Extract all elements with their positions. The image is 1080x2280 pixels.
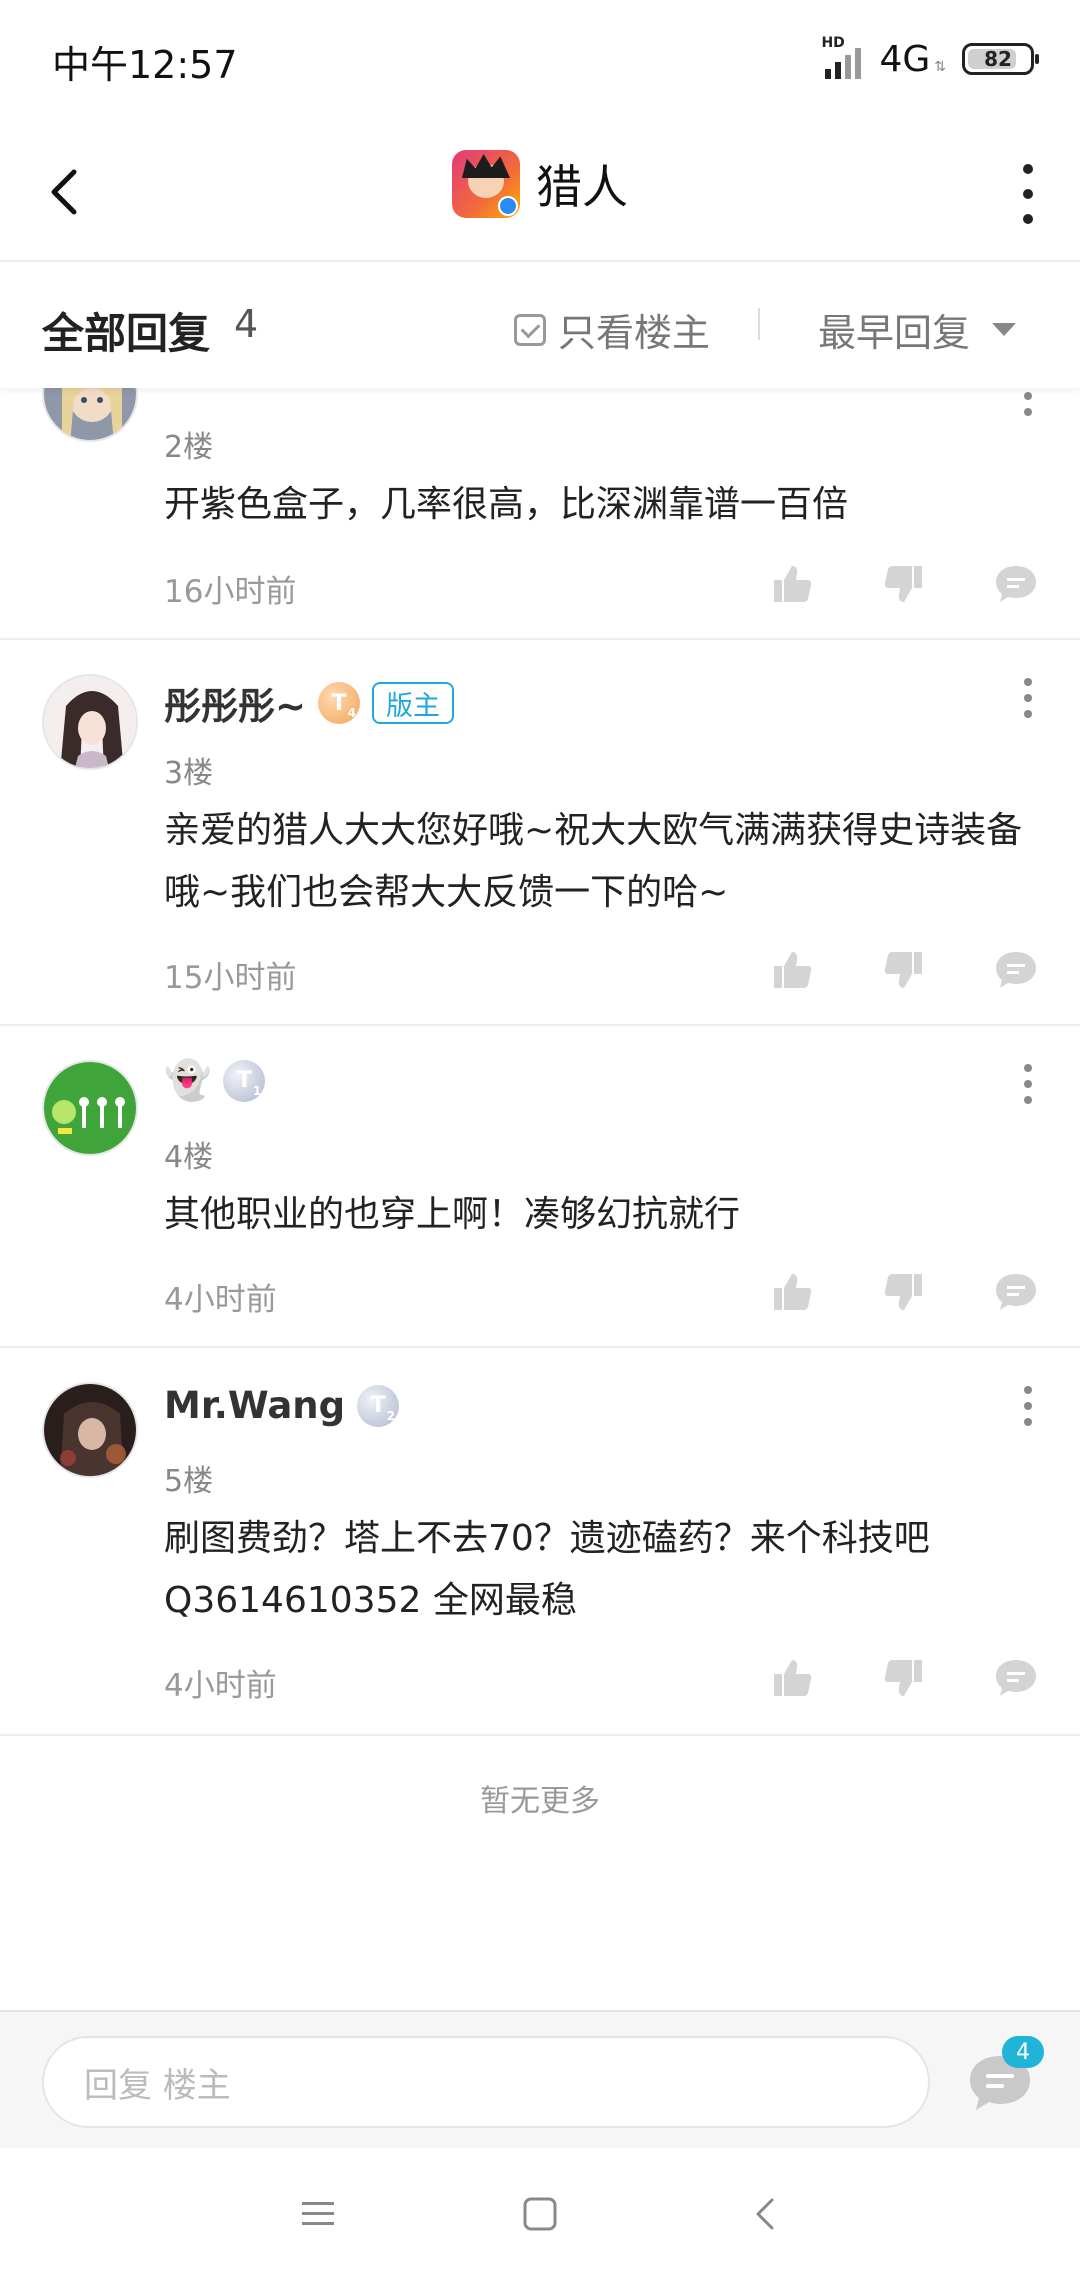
reply-bar: 回复 楼主 4 xyxy=(0,2010,1080,2148)
thumbs-down-icon[interactable] xyxy=(882,948,926,992)
reply-time: 16小时前 xyxy=(164,574,297,610)
home-icon[interactable] xyxy=(516,2190,564,2238)
reply-actions xyxy=(770,948,1038,992)
filter-divider xyxy=(758,308,760,340)
floor-number: 5楼 xyxy=(164,1464,214,1499)
author-name[interactable]: 👻 xyxy=(164,1058,211,1103)
thumbs-up-icon[interactable] xyxy=(770,948,814,992)
more-vertical-icon xyxy=(1023,164,1033,174)
reply-item: 彤彤彤~ T4 版主 3楼 亲爱的猎人大大您好哦~祝大大欧气满满获得史诗装备哦~… xyxy=(0,640,1080,1026)
network-type: 4G xyxy=(879,38,931,80)
reply-list[interactable]: 2楼 开紫色盒子，几率很高，比深渊靠谱一百倍 16小时前 彤彤彤~ T4 版主 … xyxy=(0,388,1080,2008)
hd-label: HD xyxy=(821,35,845,51)
game-app-icon xyxy=(452,150,520,218)
battery-level: 82 xyxy=(984,47,1012,71)
battery-icon: 82 xyxy=(962,43,1039,75)
reply-time: 15小时前 xyxy=(164,960,297,996)
comment-icon[interactable] xyxy=(994,1656,1038,1700)
status-bar: 中午12:57 HD 4G ⇅ 82 xyxy=(0,0,1080,120)
reply-actions xyxy=(770,1656,1038,1700)
avatar[interactable] xyxy=(42,388,138,442)
reply-actions xyxy=(770,562,1038,606)
reply-time: 4小时前 xyxy=(164,1282,277,1318)
reply-content: 开紫色盒子，几率很高，比深渊靠谱一百倍 xyxy=(164,484,849,525)
reply-filter-bar: 全部回复 4 只看楼主 最早回复 xyxy=(0,264,1080,388)
author-row: 彤彤彤~ T4 版主 xyxy=(164,676,455,730)
author-name[interactable]: Mr.Wang xyxy=(164,1384,345,1427)
comment-count-badge: 4 xyxy=(1002,2036,1044,2068)
avatar[interactable] xyxy=(42,674,138,770)
top-app-bar: 猎人 xyxy=(0,120,1080,262)
more-options-button[interactable] xyxy=(1016,164,1040,224)
forum-title: 猎人 xyxy=(536,160,628,214)
thumbs-down-icon[interactable] xyxy=(882,1270,926,1314)
reply-content: 亲爱的猎人大大您好哦~祝大大欧气满满获得史诗装备哦~我们也会帮大大反馈一下的哈~ xyxy=(164,810,1023,913)
only-op-label: 只看楼主 xyxy=(558,311,711,355)
reply-more-button[interactable] xyxy=(1018,1386,1038,1426)
thumbs-up-icon[interactable] xyxy=(770,1656,814,1700)
comment-icon[interactable] xyxy=(994,948,1038,992)
reply-input[interactable]: 回复 楼主 xyxy=(42,2036,930,2128)
sort-label: 最早回复 xyxy=(818,311,971,355)
caret-down-icon xyxy=(992,323,1017,336)
status-icons: HD 4G ⇅ 82 xyxy=(821,34,1039,84)
reply-item: Mr.Wang T2 5楼 刷图费劲？塔上不去70？遗迹磕药？来个科技吧Q361… xyxy=(0,1348,1080,1736)
comment-icon[interactable] xyxy=(994,562,1038,606)
reply-content: 刷图费劲？塔上不去70？遗迹磕药？来个科技吧Q3614610352 全网最稳 xyxy=(164,1518,930,1621)
thumbs-up-icon[interactable] xyxy=(770,562,814,606)
floor-number: 4楼 xyxy=(164,1140,214,1175)
all-replies-title: 全部回复 xyxy=(42,309,211,358)
level-badge: T1 xyxy=(223,1059,266,1102)
sort-dropdown[interactable]: 最早回复 xyxy=(818,302,1017,357)
signal-icon: HD xyxy=(821,35,867,79)
thumbs-down-icon[interactable] xyxy=(882,562,926,606)
reply-more-button[interactable] xyxy=(1018,678,1038,718)
reply-more-button[interactable] xyxy=(1018,388,1038,416)
data-arrows-icon: ⇅ xyxy=(934,59,946,75)
floor-number: 3楼 xyxy=(164,756,214,791)
reply-count: 4 xyxy=(234,302,259,346)
status-time: 中午12:57 xyxy=(52,43,238,87)
no-more-indicator: 暂无更多 xyxy=(480,1784,600,1819)
level-badge: T4 xyxy=(318,682,361,724)
checkbox-icon xyxy=(514,313,546,346)
avatar[interactable] xyxy=(42,1060,138,1156)
thumbs-down-icon[interactable] xyxy=(882,1656,926,1700)
reply-actions xyxy=(770,1270,1038,1314)
menu-icon[interactable] xyxy=(294,2190,342,2238)
author-row: Mr.Wang T2 xyxy=(164,1384,400,1427)
author-row: 👻 T1 xyxy=(164,1058,266,1103)
thumbs-up-icon[interactable] xyxy=(770,1270,814,1314)
reply-more-button[interactable] xyxy=(1018,1064,1038,1104)
back-nav-icon[interactable] xyxy=(742,2190,790,2238)
forum-title-group[interactable]: 猎人 xyxy=(0,150,1080,218)
author-name[interactable]: 彤彤彤~ xyxy=(164,676,306,730)
reply-item: 👻 T1 4楼 其他职业的也穿上啊！凑够幻抗就行 4小时前 xyxy=(0,1026,1080,1348)
level-badge: T2 xyxy=(357,1384,400,1427)
floor-number: 2楼 xyxy=(164,430,214,465)
reply-content: 其他职业的也穿上啊！凑够幻抗就行 xyxy=(164,1194,741,1235)
system-nav-bar xyxy=(0,2148,1080,2280)
moderator-tag: 版主 xyxy=(372,682,455,724)
only-op-toggle[interactable]: 只看楼主 xyxy=(514,302,710,357)
reply-item: 2楼 开紫色盒子，几率很高，比深渊靠谱一百倍 16小时前 xyxy=(0,388,1080,640)
comment-icon[interactable] xyxy=(994,1270,1038,1314)
avatar[interactable] xyxy=(42,1382,138,1478)
reply-time: 4小时前 xyxy=(164,1668,277,1704)
